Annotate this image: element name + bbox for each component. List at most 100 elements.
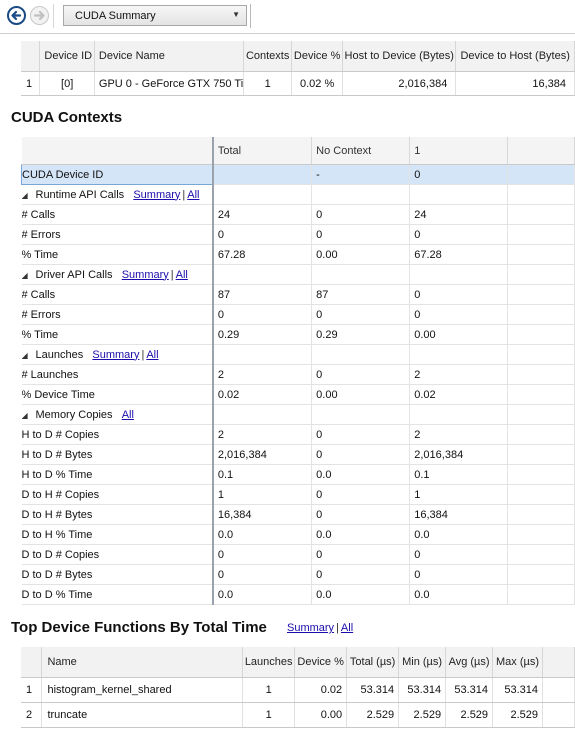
row-label: D to D # Copies [21,544,214,565]
cell-total: 24 [212,204,313,225]
table-row[interactable]: H to D # Copies 2 0 2 [21,424,575,445]
col-device-id[interactable]: Device ID [39,41,95,72]
all-link[interactable]: All [122,409,134,421]
col-max-us[interactable]: Max (µs) [492,647,544,678]
table-row[interactable]: D to D % Time 0.0 0.0 0.0 [21,584,575,605]
arrow-right-icon[interactable] [30,6,49,25]
all-link[interactable]: All [341,622,353,634]
cell-total: 2 [212,424,313,445]
cell-no-context: 0.0 [311,524,411,545]
cell-no-context: 0.00 [311,384,411,405]
col-device-name[interactable]: Device Name [94,41,245,72]
cell-context-1: 0 [409,224,509,245]
table-row[interactable]: D to H # Bytes 16,384 0 16,384 [21,504,575,525]
col-device-pct[interactable]: Device % [291,41,344,72]
cell-total: 2 [212,364,313,385]
cell-no-context: 0.0 [311,464,411,485]
collapse-triangle-icon[interactable]: ◢ [22,411,36,420]
table-row[interactable]: # Launches 2 0 2 [21,364,575,385]
group-label[interactable]: ◢ Driver API Calls Summary | All [21,264,214,285]
max-us: 53.314 [492,677,544,703]
arrow-left-icon[interactable] [7,6,26,25]
cell-no-context: 87 [311,284,411,305]
col-total[interactable]: Total [212,137,313,165]
row-label: H to D # Bytes [21,444,214,465]
cell-no-context: 0 [311,484,411,505]
group-driver-api-calls[interactable]: ◢ Driver API Calls Summary | All [21,264,575,285]
section-title-top-functions: Top Device Functions By Total Time [11,619,267,636]
row-label: % Time [21,324,214,345]
group-memory-copies[interactable]: ◢ Memory Copies All [21,404,575,425]
table-row[interactable]: 1 [0] GPU 0 - GeForce GTX 750 Ti 1 0.02 … [21,71,575,96]
view-selector-dropdown[interactable]: CUDA Summary ▼ [63,5,247,26]
row-label: % Time [21,244,214,265]
col-context-1[interactable]: 1 [409,137,509,165]
cell-no-context: 0 [311,424,411,445]
col-empty [507,137,575,165]
col-contexts[interactable]: Contexts [243,41,293,72]
all-link[interactable]: All [176,269,188,281]
table-row[interactable]: 1 histogram_kernel_shared 1 0.02 53.314 … [21,677,575,703]
row-number: 1 [21,677,43,703]
col-launches[interactable]: Launches [242,647,296,678]
collapse-triangle-icon[interactable]: ◢ [22,191,36,200]
table-row[interactable]: # Calls 87 87 0 [21,284,575,305]
table-row[interactable]: % Time 67.28 0.00 67.28 [21,244,575,265]
col-total-us[interactable]: Total (µs) [346,647,400,678]
cell-context-1: 0 [409,304,509,325]
all-link[interactable]: All [146,349,158,361]
group-label[interactable]: ◢ Runtime API Calls Summary | All [21,184,214,205]
function-name: histogram_kernel_shared [41,677,244,703]
cell-no-context: 0 [311,564,411,585]
summary-link[interactable]: Summary [287,622,334,634]
cell-total: 0.0 [212,524,313,545]
table-row[interactable]: D to D # Bytes 0 0 0 [21,564,575,585]
row-label: D to H # Bytes [21,504,214,525]
row-cuda-device-id[interactable]: CUDA Device ID - 0 [20,164,575,185]
table-row[interactable]: D to H # Copies 1 0 1 [21,484,575,505]
table-row[interactable]: # Calls 24 0 24 [21,204,575,225]
col-min-us[interactable]: Min (µs) [398,647,447,678]
collapse-triangle-icon[interactable]: ◢ [22,351,36,360]
avg-us: 53.314 [445,677,494,703]
col-no-context[interactable]: No Context [311,137,411,165]
group-runtime-api-calls[interactable]: ◢ Runtime API Calls Summary | All [21,184,575,205]
device-pct: 0.02 % [291,71,344,96]
group-label[interactable]: ◢ Memory Copies All [21,404,214,425]
table-row[interactable]: # Errors 0 0 0 [21,224,575,245]
summary-link[interactable]: Summary [92,349,139,361]
device-table-header: Device ID Device Name Contexts Device % … [21,41,575,72]
table-row[interactable]: # Errors 0 0 0 [21,304,575,325]
summary-link[interactable]: Summary [122,269,169,281]
table-row[interactable]: % Time 0.29 0.29 0.00 [21,324,575,345]
col-device-to-host[interactable]: Device to Host (Bytes) [455,41,575,72]
contexts-count: 1 [243,71,293,96]
total-us: 53.314 [346,677,400,703]
group-launches[interactable]: ◢ Launches Summary | All [21,344,575,365]
col-avg-us[interactable]: Avg (µs) [445,647,494,678]
table-row[interactable]: H to D # Bytes 2,016,384 0 2,016,384 [21,444,575,465]
table-row[interactable]: H to D % Time 0.1 0.0 0.1 [21,464,575,485]
launches: 1 [242,702,296,728]
row-label: D to D % Time [21,584,214,605]
col-name[interactable]: Name [41,647,244,678]
row-number: 2 [21,702,43,728]
row-label: % Device Time [21,384,214,405]
col-host-to-device[interactable]: Host to Device (Bytes) [342,41,457,72]
avg-us: 2.529 [445,702,494,728]
row-label: CUDA Device ID [20,164,214,185]
col-empty [542,647,575,678]
all-link[interactable]: All [187,189,199,201]
table-row[interactable]: D to D # Copies 0 0 0 [21,544,575,565]
top-functions-header: Name Launches Device % Total (µs) Min (µ… [21,647,575,678]
table-row[interactable]: % Device Time 0.02 0.00 0.02 [21,384,575,405]
table-row[interactable]: D to H % Time 0.0 0.0 0.0 [21,524,575,545]
group-label[interactable]: ◢ Launches Summary | All [21,344,214,365]
collapse-triangle-icon[interactable]: ◢ [22,271,36,280]
cell-context-1: 0.00 [409,324,509,345]
max-us: 2.529 [492,702,544,728]
summary-link[interactable]: Summary [133,189,180,201]
col-device-pct[interactable]: Device % [294,647,348,678]
table-row[interactable]: 2 truncate 1 0.00 2.529 2.529 2.529 2.52… [21,702,575,728]
cell-context-1: 0.1 [409,464,509,485]
